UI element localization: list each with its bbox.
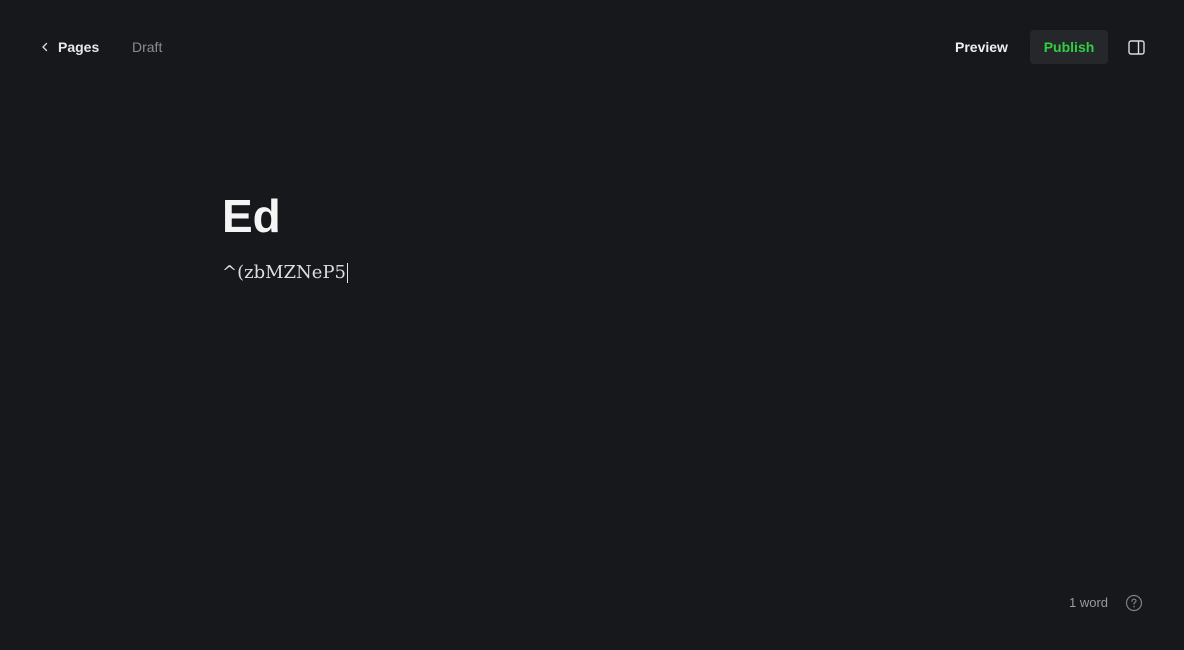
- text-cursor: [347, 263, 349, 283]
- back-to-pages-link[interactable]: Pages: [40, 30, 99, 64]
- post-status-label: Draft: [132, 39, 163, 55]
- editor-area[interactable]: Ed ^(zbMZNeP5: [222, 188, 962, 286]
- post-body[interactable]: ^(zbMZNeP5: [222, 260, 962, 286]
- publish-button[interactable]: Publish: [1030, 30, 1108, 64]
- editor-app: Pages Draft Preview Publish Ed ^(zbMZNeP…: [0, 0, 1184, 650]
- top-bar: Pages Draft Preview Publish: [0, 30, 1184, 64]
- post-body-text: ^(zbMZNeP5: [222, 262, 347, 283]
- chevron-left-icon: [40, 42, 50, 52]
- post-title[interactable]: Ed: [222, 188, 962, 244]
- word-count: 1 word: [1069, 595, 1109, 610]
- help-circle-icon[interactable]: [1125, 594, 1143, 612]
- preview-button[interactable]: Preview: [944, 30, 1019, 64]
- back-link-label: Pages: [58, 39, 100, 55]
- sidebar-panel-icon[interactable]: [1126, 37, 1146, 57]
